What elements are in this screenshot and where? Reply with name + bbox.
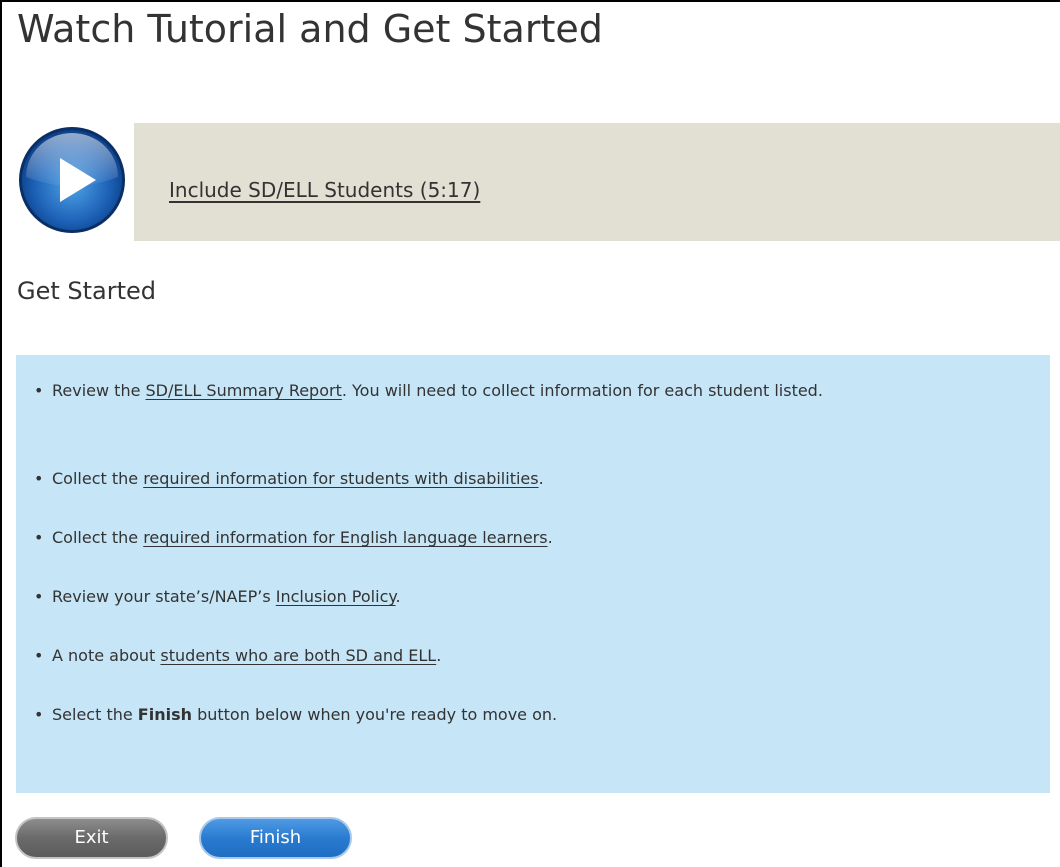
finish-button[interactable]: Finish [199,817,352,859]
bullet: • [34,469,44,488]
bullet: • [34,587,44,606]
step-text: Review your state’s/NAEP’s [52,587,276,606]
step-review-summary-report: • Review the SD/ELL Summary Report. You w… [34,377,1012,404]
get-started-panel: • Review the SD/ELL Summary Report. You w… [16,355,1050,793]
step-text: Collect the [52,469,144,488]
step-text: Review the [52,381,146,400]
step-text: . [547,528,553,547]
tutorial-video-link[interactable]: Include SD/ELL Students (5:17) [169,178,480,202]
exit-button[interactable]: Exit [15,817,168,859]
bullet: • [34,528,44,547]
sd-ell-summary-report-link[interactable]: SD/ELL Summary Report [146,381,342,400]
step-collect-ell-info: • Collect the required information for En… [34,524,1012,551]
get-started-heading: Get Started [17,277,157,305]
bullet: • [34,381,44,400]
inclusion-policy-link[interactable]: Inclusion Policy [276,587,396,606]
step-text: . [395,587,401,606]
step-text: Select the [52,705,138,724]
finish-emphasis: Finish [137,705,192,724]
step-select-finish: • Select the Finish button below when you… [34,701,1012,728]
step-text: . You will need to collect information f… [341,381,823,400]
step-text: button below when you're ready to move o… [192,705,558,724]
bullet: • [34,646,44,665]
step-text: . [538,469,544,488]
students-with-disabilities-info-link[interactable]: required information for students with d… [143,469,538,488]
play-icon[interactable] [16,125,128,235]
step-note-sd-and-ell: • A note about students who are both SD a… [34,642,1012,669]
english-language-learners-info-link[interactable]: required information for English languag… [143,528,547,547]
page-title: Watch Tutorial and Get Started [17,7,603,51]
step-collect-sd-info: • Collect the required information for st… [34,465,1012,492]
bullet: • [34,705,44,724]
step-text: A note about [52,646,161,665]
step-text: . [436,646,442,665]
step-review-inclusion-policy: • Review your state’s/NAEP’s Inclusion Po… [34,583,1012,610]
tutorial-panel: Include SD/ELL Students (5:17) [134,123,1060,241]
step-text: Collect the [52,528,144,547]
sd-and-ell-students-link[interactable]: students who are both SD and ELL [160,646,436,665]
